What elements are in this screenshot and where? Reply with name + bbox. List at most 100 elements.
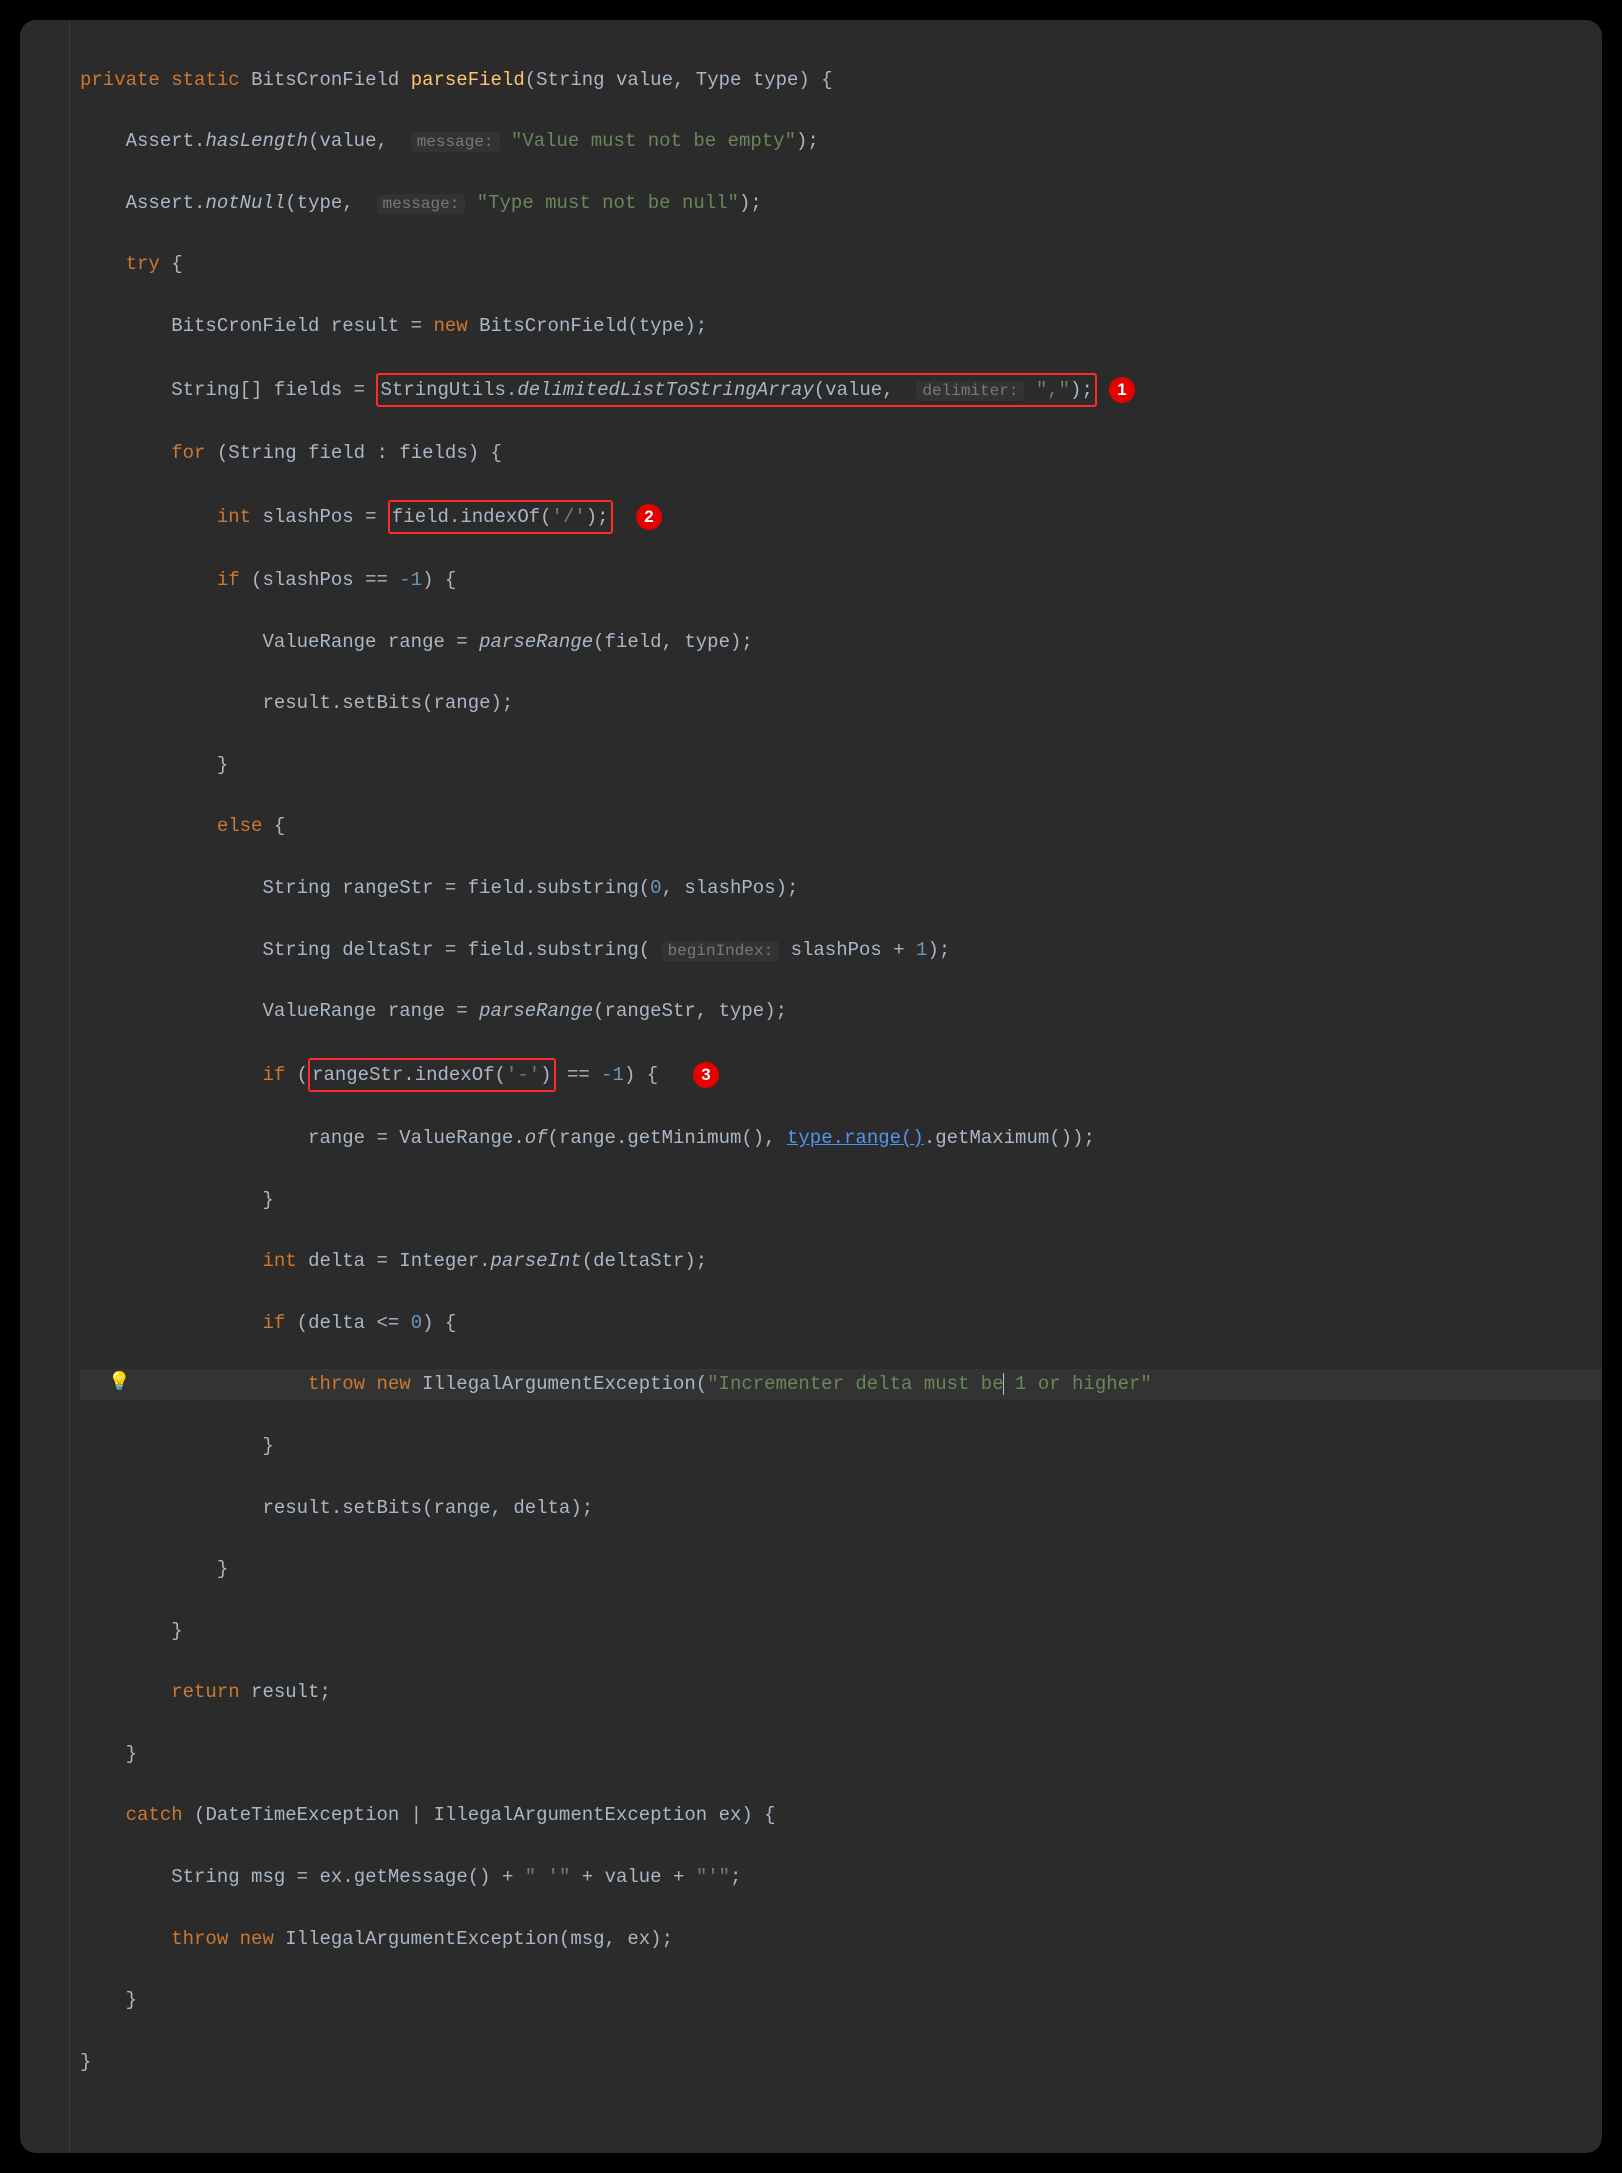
- code-line[interactable]: for (String field : fields) {: [80, 438, 1602, 469]
- var: slashPos: [262, 569, 353, 591]
- class-ref: Assert: [126, 192, 194, 214]
- arg: value: [825, 379, 882, 401]
- class-ref: StringUtils: [380, 379, 505, 401]
- keyword-throw: throw: [171, 1928, 228, 1950]
- highlight-box-2: field.indexOf('/');: [388, 500, 613, 535]
- intention-bulb-icon[interactable]: 💡: [108, 1369, 130, 1398]
- method-call: delimitedListToStringArray: [517, 379, 813, 401]
- highlight-box-1: StringUtils.delimitedListToStringArray(v…: [376, 373, 1096, 408]
- exception-type: IllegalArgumentException: [434, 1804, 708, 1826]
- class-ref: Integer: [399, 1250, 479, 1272]
- highlight-box-3: rangeStr.indexOf('-'): [308, 1058, 555, 1093]
- number-literal: 0: [411, 1312, 422, 1334]
- method-call: substring: [536, 939, 639, 961]
- method-call: indexOf: [460, 506, 540, 528]
- method-call: getMessage: [354, 1866, 468, 1888]
- param-name: type: [753, 69, 799, 91]
- code-line-highlighted[interactable]: 💡 throw new IllegalArgumentException("In…: [80, 1369, 1602, 1400]
- code-line[interactable]: Assert.notNull(type, message: "Type must…: [80, 188, 1602, 219]
- arg: slashPos: [791, 939, 882, 961]
- keyword-new: new: [240, 1928, 274, 1950]
- keyword-static: static: [171, 69, 239, 91]
- method-call: parseRange: [479, 631, 593, 653]
- code-line[interactable]: try {: [80, 249, 1602, 280]
- method-call: hasLength: [205, 130, 308, 152]
- code-line[interactable]: }: [80, 1739, 1602, 1770]
- obj: field: [468, 877, 525, 899]
- code-line[interactable]: String[] fields = StringUtils.delimitedL…: [80, 373, 1602, 408]
- code-line[interactable]: int delta = Integer.parseInt(deltaStr);: [80, 1246, 1602, 1277]
- type: ValueRange: [262, 1000, 376, 1022]
- var: deltaStr: [342, 939, 433, 961]
- code-line[interactable]: }: [80, 750, 1602, 781]
- obj: ex: [319, 1866, 342, 1888]
- code-line[interactable]: if (slashPos == -1) {: [80, 565, 1602, 596]
- code-line[interactable]: }: [80, 1985, 1602, 2016]
- type: String: [171, 1866, 239, 1888]
- var: slashPos: [262, 506, 353, 528]
- linked-call[interactable]: type.range(): [787, 1127, 924, 1149]
- method-call: setBits: [342, 692, 422, 714]
- code-line[interactable]: }: [80, 2047, 1602, 2078]
- code-area[interactable]: private static BitsCronField parseField(…: [20, 34, 1602, 2139]
- code-line[interactable]: return result;: [80, 1677, 1602, 1708]
- method-call: of: [525, 1127, 548, 1149]
- code-line[interactable]: if (delta <= 0) {: [80, 1308, 1602, 1339]
- code-line[interactable]: range = ValueRange.of(range.getMinimum()…: [80, 1123, 1602, 1154]
- param-type: String: [536, 69, 604, 91]
- keyword-catch: catch: [126, 1804, 183, 1826]
- arg: field: [605, 631, 662, 653]
- keyword-try: try: [126, 253, 160, 275]
- code-line[interactable]: if (rangeStr.indexOf('-') == -1) { 3: [80, 1058, 1602, 1093]
- type: BitsCronField: [171, 315, 319, 337]
- code-line[interactable]: String rangeStr = field.substring(0, sla…: [80, 873, 1602, 904]
- code-line[interactable]: ValueRange range = parseRange(rangeStr, …: [80, 996, 1602, 1027]
- code-line[interactable]: else {: [80, 811, 1602, 842]
- code-line[interactable]: int slashPos = field.indexOf('/'); 2: [80, 500, 1602, 535]
- code-line[interactable]: throw new IllegalArgumentException(msg, …: [80, 1924, 1602, 1955]
- number-literal: -1: [601, 1064, 624, 1086]
- code-line[interactable]: BitsCronField result = new BitsCronField…: [80, 311, 1602, 342]
- param-hint: beginIndex:: [662, 941, 780, 961]
- code-line[interactable]: }: [80, 1616, 1602, 1647]
- number-literal: -1: [399, 569, 422, 591]
- type: String: [262, 939, 330, 961]
- keyword-if: if: [262, 1064, 285, 1086]
- char-literal: '-': [506, 1064, 540, 1086]
- code-line[interactable]: result.setBits(range, delta);: [80, 1493, 1602, 1524]
- param-hint: message:: [411, 132, 500, 152]
- param-hint: delimiter:: [916, 381, 1024, 401]
- keyword-new: new: [376, 1373, 410, 1395]
- arg: type: [684, 631, 730, 653]
- method-call: substring: [536, 877, 639, 899]
- keyword-return: return: [171, 1681, 239, 1703]
- keyword-private: private: [80, 69, 160, 91]
- code-line[interactable]: private static BitsCronField parseField(…: [80, 65, 1602, 96]
- code-line[interactable]: catch (DateTimeException | IllegalArgume…: [80, 1800, 1602, 1831]
- var: range: [388, 1000, 445, 1022]
- code-line[interactable]: }: [80, 1431, 1602, 1462]
- string-literal: " '": [525, 1866, 571, 1888]
- code-line[interactable]: Assert.hasLength(value, message: "Value …: [80, 126, 1602, 157]
- code-line[interactable]: }: [80, 1185, 1602, 1216]
- arg: type: [719, 1000, 765, 1022]
- var: field: [308, 442, 365, 464]
- keyword-if: if: [262, 1312, 285, 1334]
- code-editor[interactable]: private static BitsCronField parseField(…: [20, 20, 1602, 2153]
- var: fields: [274, 379, 342, 401]
- var: fields: [399, 442, 467, 464]
- var: value: [605, 1866, 662, 1888]
- code-line[interactable]: result.setBits(range);: [80, 688, 1602, 719]
- code-line[interactable]: String msg = ex.getMessage() + " '" + va…: [80, 1862, 1602, 1893]
- annotation-badge-1: 1: [1109, 377, 1135, 403]
- type: String: [262, 877, 330, 899]
- code-line[interactable]: }: [80, 1554, 1602, 1585]
- obj: rangeStr: [312, 1064, 403, 1086]
- keyword-else: else: [217, 815, 263, 837]
- string-literal: ",": [1036, 379, 1070, 401]
- method-name: parseField: [411, 69, 525, 91]
- var: ex: [719, 1804, 742, 1826]
- code-line[interactable]: String deltaStr = field.substring( begin…: [80, 935, 1602, 966]
- obj: result: [262, 1497, 330, 1519]
- code-line[interactable]: ValueRange range = parseRange(field, typ…: [80, 627, 1602, 658]
